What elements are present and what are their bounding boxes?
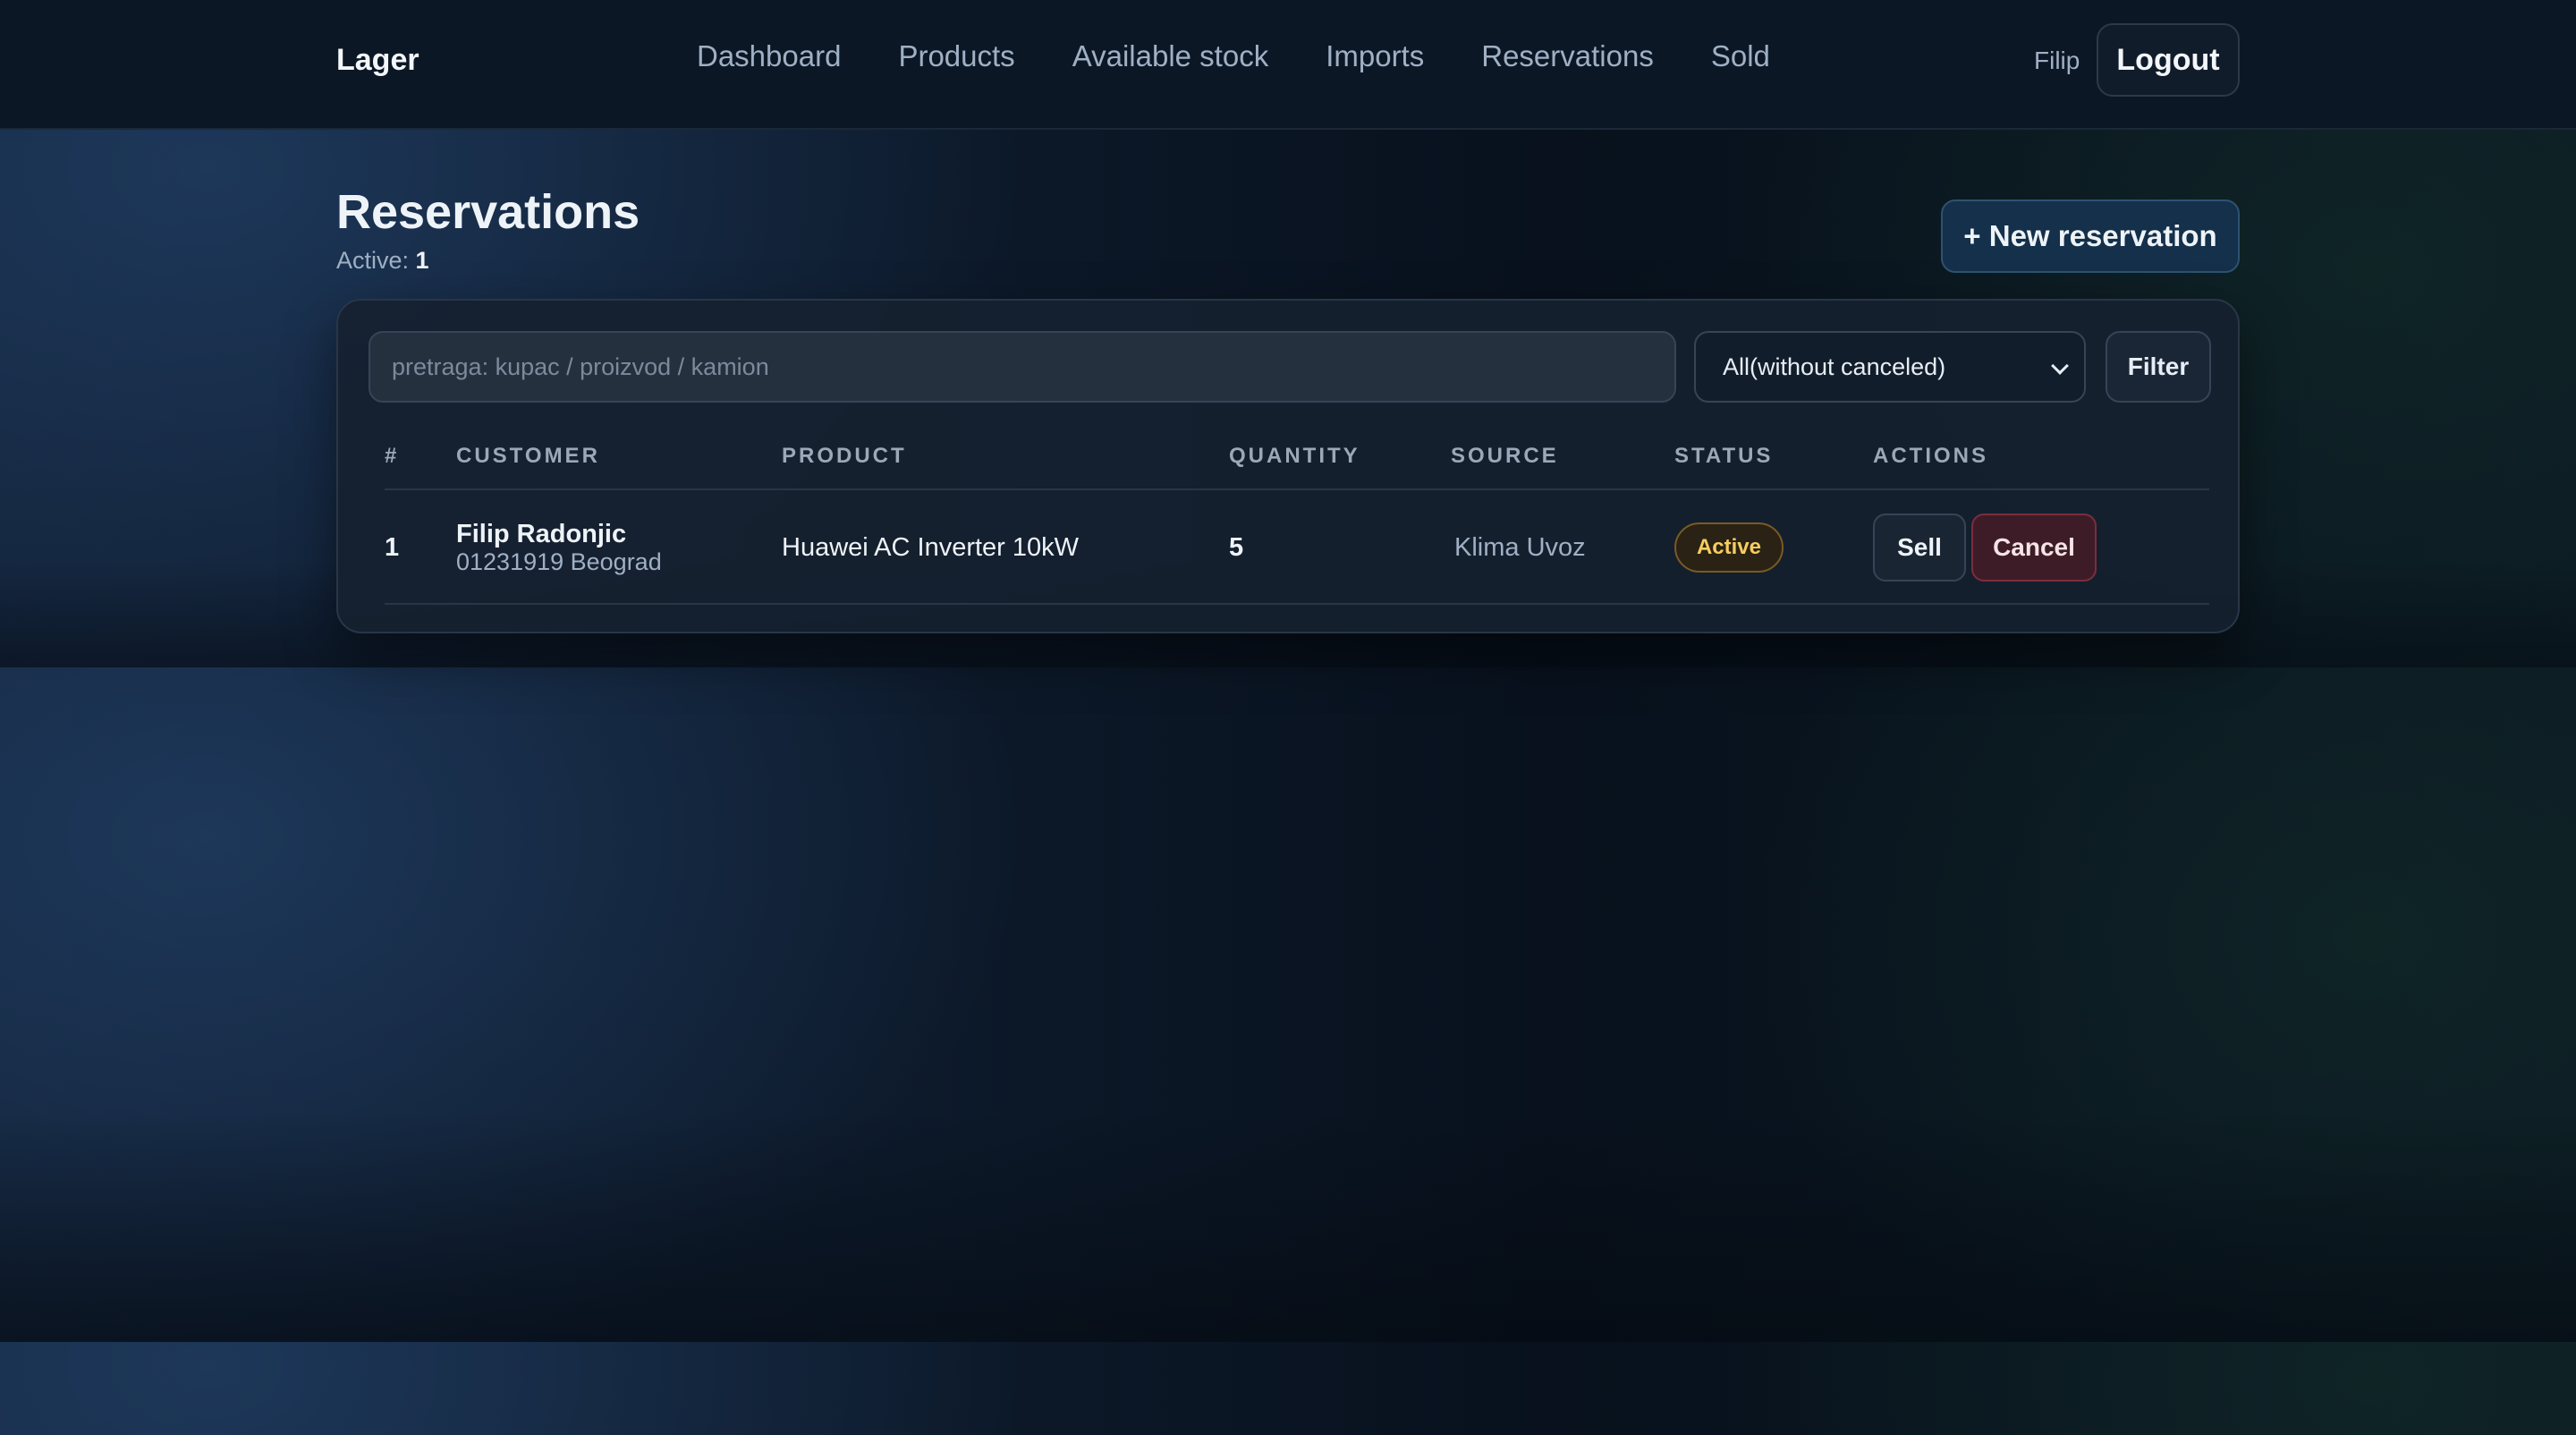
nav-item-sold[interactable]: Sold (1711, 39, 1770, 73)
table-header-divider (385, 488, 2209, 490)
nav-item-reservations[interactable]: Reservations (1481, 39, 1654, 73)
main-nav: Dashboard Products Available stock Impor… (697, 39, 1770, 73)
nav-item-dashboard[interactable]: Dashboard (697, 39, 841, 73)
top-navbar: Lager Dashboard Products Available stock… (0, 0, 2576, 130)
customer-name: Filip Radonjic (456, 520, 627, 548)
current-user-name: Filip (2034, 47, 2080, 74)
page-title: Reservations (336, 185, 640, 239)
logout-button[interactable]: Logout (2097, 23, 2240, 97)
column-header-source: SOURCE (1451, 444, 1559, 468)
background-bottom (0, 1342, 2576, 1435)
source-name: Klima Uvoz (1454, 533, 1586, 562)
status-filter-select[interactable]: All(without canceled) (1694, 331, 2086, 403)
sell-button[interactable]: Sell (1873, 514, 1966, 582)
nav-item-available-stock[interactable]: Available stock (1072, 39, 1269, 73)
column-header-quantity: QUANTITY (1229, 444, 1360, 468)
status-badge: Active (1674, 522, 1784, 573)
new-reservation-button[interactable]: + New reservation (1941, 200, 2240, 273)
background-middle (0, 667, 2576, 1342)
column-header-actions: ACTIONS (1873, 444, 1988, 468)
column-header-product: PRODUCT (782, 444, 907, 468)
quantity-value: 5 (1229, 533, 1244, 562)
active-count-label: Active: (336, 247, 410, 274)
active-count-value: 1 (415, 247, 429, 274)
active-count-summary: Active: 1 (336, 247, 429, 275)
chevron-down-icon (2051, 357, 2069, 375)
column-header-customer: CUSTOMER (456, 444, 600, 468)
filter-button[interactable]: Filter (2106, 331, 2211, 403)
row-number: 1 (385, 533, 400, 562)
reservations-card: All(without canceled) Filter # CUSTOMER … (336, 299, 2240, 633)
column-header-status: STATUS (1674, 444, 1774, 468)
cancel-button[interactable]: Cancel (1971, 514, 2097, 582)
product-name: Huawei AC Inverter 10kW (782, 533, 1080, 562)
table-row-divider (385, 603, 2209, 605)
customer-detail: 01231919 Beograd (456, 548, 662, 575)
nav-item-products[interactable]: Products (898, 39, 1014, 73)
search-input[interactable] (369, 331, 1676, 403)
brand-logo[interactable]: Lager (336, 43, 419, 78)
nav-item-imports[interactable]: Imports (1326, 39, 1424, 73)
column-header-number: # (385, 444, 400, 468)
status-filter-selected: All(without canceled) (1723, 352, 1946, 380)
